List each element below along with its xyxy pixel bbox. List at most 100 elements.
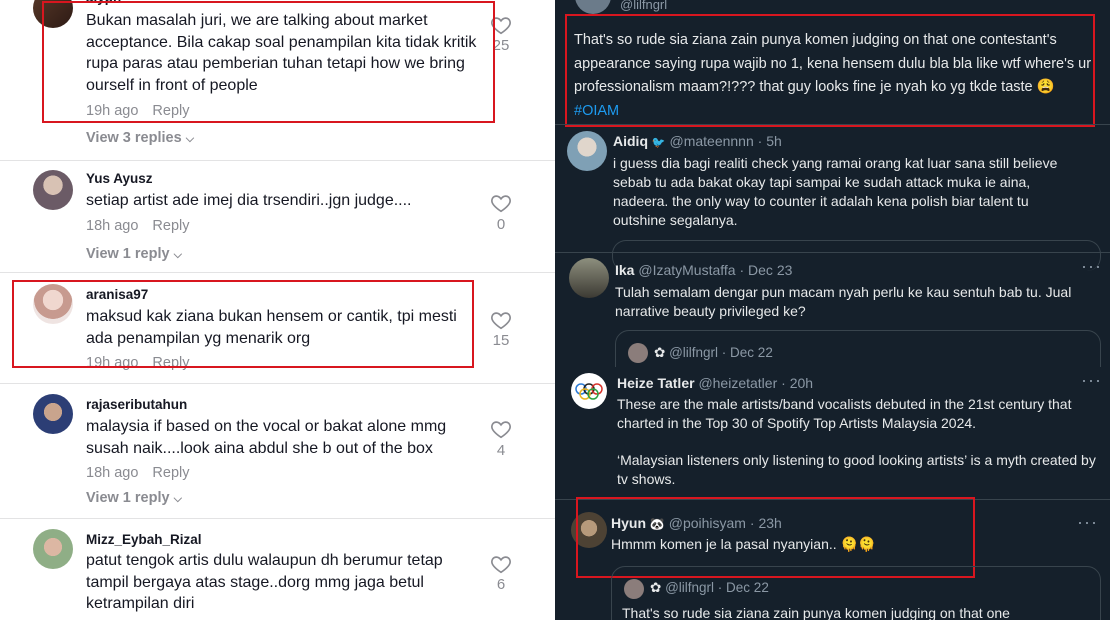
comment-meta: 19h ago Reply [86, 355, 190, 371]
heart-icon[interactable] [490, 14, 512, 36]
avatar[interactable] [571, 512, 607, 548]
tweet-text: i guess dia bagi realiti check yang rama… [613, 155, 1058, 228]
comment-username[interactable]: Mizz_Eybah_Rizal [86, 532, 202, 547]
comment-time: 19h ago [86, 103, 139, 119]
heart-icon[interactable] [490, 309, 512, 331]
avatar [628, 343, 648, 363]
user-handle[interactable]: @IzatyMustaffa [638, 262, 735, 278]
hashtag-link[interactable]: #OIAM [574, 103, 619, 119]
display-name[interactable]: Hyun [611, 515, 646, 531]
like-count: 25 [492, 37, 510, 54]
avatar[interactable] [575, 0, 611, 14]
quote-card[interactable]: ✿ @lilfngrl · Dec 22 That's so rude sia … [611, 566, 1101, 620]
user-handle[interactable]: @heizetatler [698, 375, 777, 391]
reply-button[interactable]: Reply [152, 355, 189, 371]
comment-text: malaysia if based on the vocal or bakat … [86, 418, 447, 457]
reply-button[interactable]: Reply [152, 465, 189, 481]
comment-username[interactable]: aranisa97 [86, 287, 148, 302]
quote-handle: @lilfngrl [669, 345, 719, 360]
user-handle[interactable]: @poihisyam [669, 515, 746, 531]
quote-text: That's so rude sia ziana zain punya kome… [622, 605, 1010, 620]
quote-header: ✿ @lilfngrl · Dec 22 [654, 345, 773, 360]
display-name[interactable]: Ika [615, 262, 634, 278]
tweet-text: Tulah semalam dengar pun macam nyah perl… [615, 284, 1072, 319]
quote-time: Dec 22 [726, 580, 769, 595]
chevron-down-icon: ⌵ [173, 249, 182, 261]
tweet-time[interactable]: 23h [758, 515, 781, 531]
chevron-down-icon: ⌵ [185, 133, 195, 145]
avatar[interactable] [567, 131, 607, 171]
tiktok-comments-panel: aiyph Bukan masalah juri, we are talking… [0, 0, 555, 620]
avatar[interactable] [569, 258, 609, 298]
reply-button[interactable]: Reply [152, 218, 189, 234]
avatar[interactable] [33, 529, 73, 569]
avatar[interactable] [571, 373, 607, 409]
quoted-tweet-body: That's so rude sia ziana zain punya kome… [574, 32, 1092, 95]
view-replies-label: View 1 reply [86, 490, 170, 506]
view-replies-button[interactable]: View 1 reply ⌵ [86, 490, 182, 506]
more-options-icon[interactable]: ··· [1081, 256, 1102, 277]
more-options-icon[interactable]: ··· [1077, 512, 1098, 533]
avatar[interactable] [33, 0, 73, 28]
x-replies-panel: @lilfngrl That's so rude sia ziana zain … [555, 0, 1110, 620]
like-count: 6 [496, 576, 506, 593]
more-options-icon[interactable]: ··· [1081, 370, 1102, 391]
flower-icon: ✿ [654, 345, 666, 360]
tweet-text: Hmmm komen je la pasal nyanyian.. 🫠🫠 [611, 535, 911, 554]
view-replies-button[interactable]: View 1 reply ⌵ [86, 246, 182, 262]
comment-username[interactable]: rajaseributahun [86, 397, 187, 412]
heart-icon[interactable] [490, 553, 512, 575]
view-replies-button[interactable]: View 3 replies ⌵ [86, 130, 194, 146]
comment-meta: 19h ago Reply [86, 103, 190, 119]
twitter-bird-icon: 🐦 [651, 137, 666, 149]
comment-text: setiap artist ade imej dia trsendiri..jg… [86, 192, 412, 209]
flower-icon: ✿ [650, 580, 662, 595]
comment-text: maksud kak ziana bukan hensem or cantik,… [86, 308, 457, 347]
hug-emoji-icon: 🫠🫠 [840, 536, 876, 552]
comment-username[interactable]: aiyph [86, 0, 121, 5]
tweet-time[interactable]: 5h [766, 133, 782, 149]
tweet-header[interactable]: Aidiq 🐦 @mateennnn · 5h [613, 133, 782, 149]
display-name[interactable]: Heize Tatler [617, 375, 695, 391]
quote-handle[interactable]: @lilfngrl [620, 0, 667, 12]
tweet-time[interactable]: 20h [790, 375, 813, 391]
like-count: 15 [492, 332, 510, 349]
olympic-rings-icon [575, 383, 603, 400]
comment-text: Bukan masalah juri, we are talking about… [86, 12, 477, 94]
tweet-header[interactable]: Hyun 🐼 @poihisyam · 23h [611, 515, 782, 531]
user-handle[interactable]: @mateennnn [669, 133, 753, 149]
divider [555, 124, 1110, 125]
chevron-down-icon: ⌵ [173, 493, 182, 505]
divider [0, 272, 555, 273]
heart-icon[interactable] [490, 418, 512, 440]
comment-time: 18h ago [86, 465, 139, 481]
tweet-time[interactable]: Dec 23 [748, 262, 792, 278]
reply-button[interactable]: Reply [152, 103, 189, 119]
avatar[interactable] [33, 170, 73, 210]
avatar [624, 579, 644, 599]
tweet-header[interactable]: Heize Tatler @heizetatler · 20h [617, 375, 813, 391]
comment-text: patut tengok artis dulu walaupun dh beru… [86, 552, 443, 612]
quoted-tweet-text: That's so rude sia ziana zain punya kome… [574, 29, 1094, 123]
quote-handle: @lilfngrl [665, 580, 715, 595]
tweet-body: Hmmm komen je la pasal nyanyian.. [611, 536, 837, 552]
like-count: 4 [496, 442, 506, 459]
display-name[interactable]: Aidiq [613, 133, 648, 149]
tweet-header[interactable]: Ika @IzatyMustaffa · Dec 23 [615, 262, 792, 278]
comment-meta: 18h ago Reply [86, 465, 190, 481]
avatar[interactable] [33, 394, 73, 434]
divider [555, 499, 1110, 500]
quote-time: Dec 22 [730, 345, 773, 360]
avatar[interactable] [33, 284, 73, 324]
comment-time: 18h ago [86, 218, 139, 234]
divider [555, 252, 1110, 253]
quote-header: ✿ @lilfngrl · Dec 22 [650, 580, 769, 595]
view-replies-label: View 3 replies [86, 130, 182, 146]
divider [0, 383, 555, 384]
tweet-text: These are the male artists/band vocalist… [617, 396, 1072, 431]
comment-username[interactable]: Yus Ayusz [86, 171, 153, 186]
comment-time: 19h ago [86, 355, 139, 371]
panda-icon: 🐼 [649, 517, 665, 531]
heart-icon[interactable] [490, 192, 512, 214]
like-count: 0 [496, 216, 506, 233]
